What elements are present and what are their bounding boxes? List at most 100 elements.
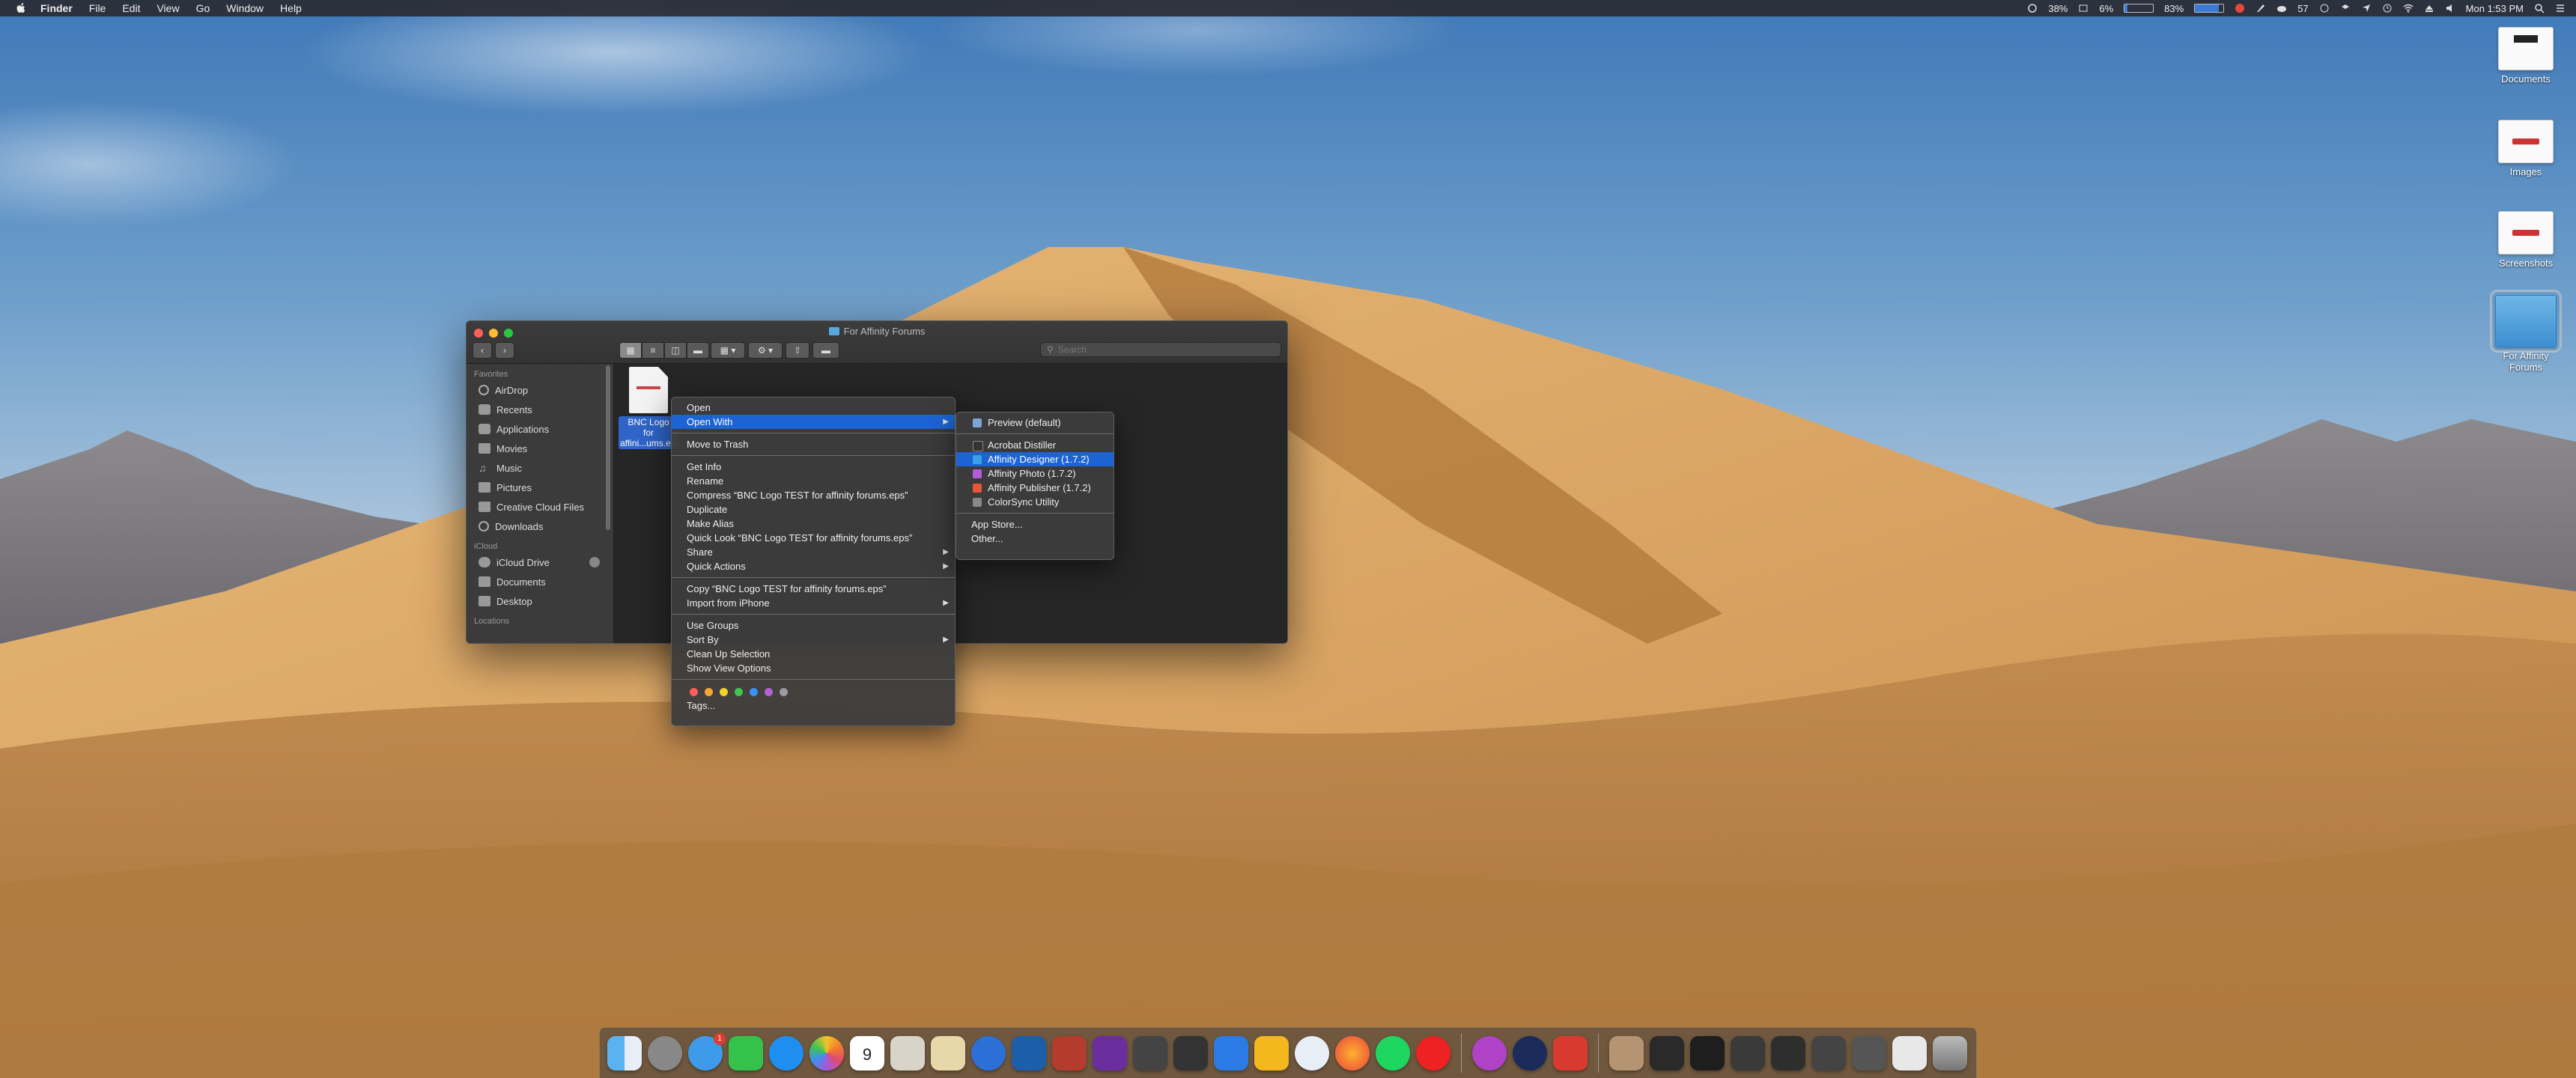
affinity-dock-icon[interactable] <box>1513 1035 1547 1071</box>
menu-go[interactable]: Go <box>196 2 210 14</box>
mail-dock-icon[interactable]: 1 <box>688 1032 726 1071</box>
vpn-icon[interactable] <box>2319 3 2330 13</box>
photos-dock-icon[interactable] <box>809 1035 844 1071</box>
menu-item-duplicate[interactable]: Duplicate <box>672 502 955 517</box>
cloud-icon[interactable] <box>2276 3 2287 13</box>
menu-item-affinity-publisher[interactable]: Affinity Publisher (1.7.2) <box>956 481 1114 495</box>
vpn-shield-dock-icon[interactable] <box>1295 1035 1329 1071</box>
icon-view-button[interactable]: ▦ <box>619 342 642 359</box>
notes-dock-icon[interactable] <box>890 1035 925 1071</box>
tag-red-dot[interactable] <box>690 687 698 696</box>
menu-item-app-store[interactable]: App Store... <box>956 517 1114 532</box>
sidebar-item-creative-cloud-files[interactable]: Creative Cloud Files <box>467 497 613 517</box>
final-cut-pro-dock-icon[interactable] <box>1173 1035 1208 1071</box>
notification-count[interactable]: 57 <box>2297 3 2308 14</box>
memory-percent[interactable]: 6% <box>2099 3 2113 14</box>
menu-clock[interactable]: Mon 1:53 PM <box>2466 3 2524 14</box>
sidebar-item-music[interactable]: ♫ Music <box>467 458 613 478</box>
tags-button[interactable]: ▬ <box>812 342 839 359</box>
menu-item-tags[interactable]: Tags... <box>672 698 955 713</box>
action-menu-button[interactable]: ⚙ ▾ <box>748 342 783 359</box>
menu-item-open-with[interactable]: Open With ▶ <box>672 415 955 429</box>
sidebar-item-desktop[interactable]: Desktop <box>467 591 613 611</box>
menu-item-quick-look[interactable]: Quick Look “BNC Logo TEST for affinity f… <box>672 531 955 545</box>
youtube-music-dock-icon[interactable] <box>1416 1035 1450 1071</box>
window-thumbnail-dock-icon[interactable] <box>1650 1035 1684 1071</box>
menu-item-show-view-options[interactable]: Show View Options <box>672 661 955 675</box>
disk-meter[interactable] <box>2124 4 2154 13</box>
tag-gray-dot[interactable] <box>780 687 788 696</box>
menu-item-get-info[interactable]: Get Info <box>672 460 955 474</box>
menu-item-affinity-designer[interactable]: Affinity Designer (1.7.2) <box>956 452 1114 466</box>
menu-app-finder[interactable]: Finder <box>40 2 73 14</box>
sidebar-item-documents[interactable]: Documents <box>467 572 613 591</box>
tag-yellow-dot[interactable] <box>720 687 728 696</box>
textedit-dock-icon[interactable] <box>931 1035 965 1071</box>
column-view-button[interactable]: ◫ <box>664 342 687 359</box>
sidebar-scrollbar[interactable] <box>606 365 610 530</box>
window-thumbnail-dock-icon[interactable] <box>1771 1035 1805 1071</box>
desktop-icon-documents[interactable]: Documents <box>2485 27 2567 85</box>
tag-purple-dot[interactable] <box>765 687 773 696</box>
cpu-percent[interactable]: 38% <box>2048 3 2068 14</box>
eject-icon[interactable] <box>2424 3 2434 13</box>
menu-item-affinity-photo[interactable]: Affinity Photo (1.7.2) <box>956 466 1114 481</box>
facetime-dock-icon[interactable] <box>729 1035 763 1071</box>
sidebar-item-airdrop[interactable]: AirDrop <box>467 380 613 400</box>
dropbox-icon[interactable] <box>2340 3 2351 13</box>
sidebar-item-movies[interactable]: Movies <box>467 439 613 458</box>
notification-center-icon[interactable] <box>2555 3 2566 13</box>
location-icon[interactable] <box>2361 3 2372 13</box>
window-thumbnail-dock-icon[interactable] <box>1690 1035 1725 1071</box>
menu-item-compress[interactable]: Compress “BNC Logo TEST for affinity for… <box>672 488 955 502</box>
tag-blue-dot[interactable] <box>750 687 758 696</box>
menu-item-colorsync-utility[interactable]: ColorSync Utility <box>956 495 1114 509</box>
menu-item-make-alias[interactable]: Make Alias <box>672 517 955 531</box>
window-thumbnail-dock-icon[interactable] <box>1852 1035 1886 1071</box>
gallery-view-button[interactable]: ▬ <box>687 342 709 359</box>
app-store-dock-icon[interactable] <box>769 1035 804 1071</box>
menu-item-other[interactable]: Other... <box>956 532 1114 546</box>
davinci-resolve-dock-icon[interactable] <box>1133 1035 1167 1071</box>
affinity-publisher-dock-icon[interactable] <box>1052 1035 1087 1071</box>
back-button[interactable]: ‹ <box>473 342 492 359</box>
menu-item-sort-by[interactable]: Sort By ▶ <box>672 633 955 647</box>
sidebar-item-icloud-drive[interactable]: iCloud Drive <box>467 552 613 572</box>
sidebar-item-downloads[interactable]: Downloads <box>467 517 613 536</box>
creative-cloud-icon[interactable] <box>2235 3 2245 13</box>
screen-recorder-dock-icon[interactable] <box>1553 1035 1588 1071</box>
sidebar-item-recents[interactable]: Recents <box>467 400 613 419</box>
finder-dock-icon[interactable] <box>607 1035 642 1071</box>
disk-dock-icon[interactable] <box>1472 1035 1507 1071</box>
wifi-icon[interactable] <box>2403 3 2414 13</box>
list-view-button[interactable]: ≡ <box>642 342 664 359</box>
desktop-icon-images[interactable]: Images <box>2485 120 2567 177</box>
tag-green-dot[interactable] <box>735 687 743 696</box>
menu-item-move-to-trash[interactable]: Move to Trash <box>672 437 955 451</box>
menu-item-import-from-iphone[interactable]: Import from iPhone ▶ <box>672 596 955 610</box>
tag-orange-dot[interactable] <box>705 687 713 696</box>
desktop-icon-screenshots[interactable]: Screenshots <box>2485 211 2567 269</box>
menu-item-acrobat-distiller[interactable]: Acrobat Distiller <box>956 438 1114 452</box>
file-item[interactable]: BNC Logo for affini...ums.eps <box>619 367 680 449</box>
calendar-dock-icon[interactable]: 9 <box>850 1035 884 1071</box>
apple-logo-icon[interactable] <box>15 2 27 14</box>
pen-icon[interactable] <box>2255 3 2266 13</box>
window-thumbnail-dock-icon[interactable] <box>1892 1035 1927 1071</box>
menu-item-use-groups[interactable]: Use Groups <box>672 618 955 633</box>
battery-percent[interactable]: 83% <box>2164 3 2184 14</box>
firefox-dock-icon[interactable] <box>1335 1035 1370 1071</box>
finder-titlebar[interactable]: For Affinity Forums ‹ › ▦ ≡ ◫ ▬ ▦ ▾ ⚙ ▾ … <box>467 321 1287 364</box>
spotlight-search-icon[interactable] <box>2534 3 2545 13</box>
volume-icon[interactable] <box>2445 3 2455 13</box>
share-button[interactable]: ⇧ <box>786 342 809 359</box>
menu-item-open[interactable]: Open <box>672 401 955 415</box>
window-thumbnail-dock-icon[interactable] <box>1731 1035 1765 1071</box>
battery-meter[interactable] <box>2194 4 2225 13</box>
timemachine-icon[interactable] <box>2382 3 2393 13</box>
menu-window[interactable]: Window <box>226 2 264 14</box>
menu-edit[interactable]: Edit <box>122 2 140 14</box>
things-dock-icon[interactable] <box>1214 1035 1248 1071</box>
menu-help[interactable]: Help <box>280 2 302 14</box>
menu-item-clean-up-selection[interactable]: Clean Up Selection <box>672 647 955 661</box>
